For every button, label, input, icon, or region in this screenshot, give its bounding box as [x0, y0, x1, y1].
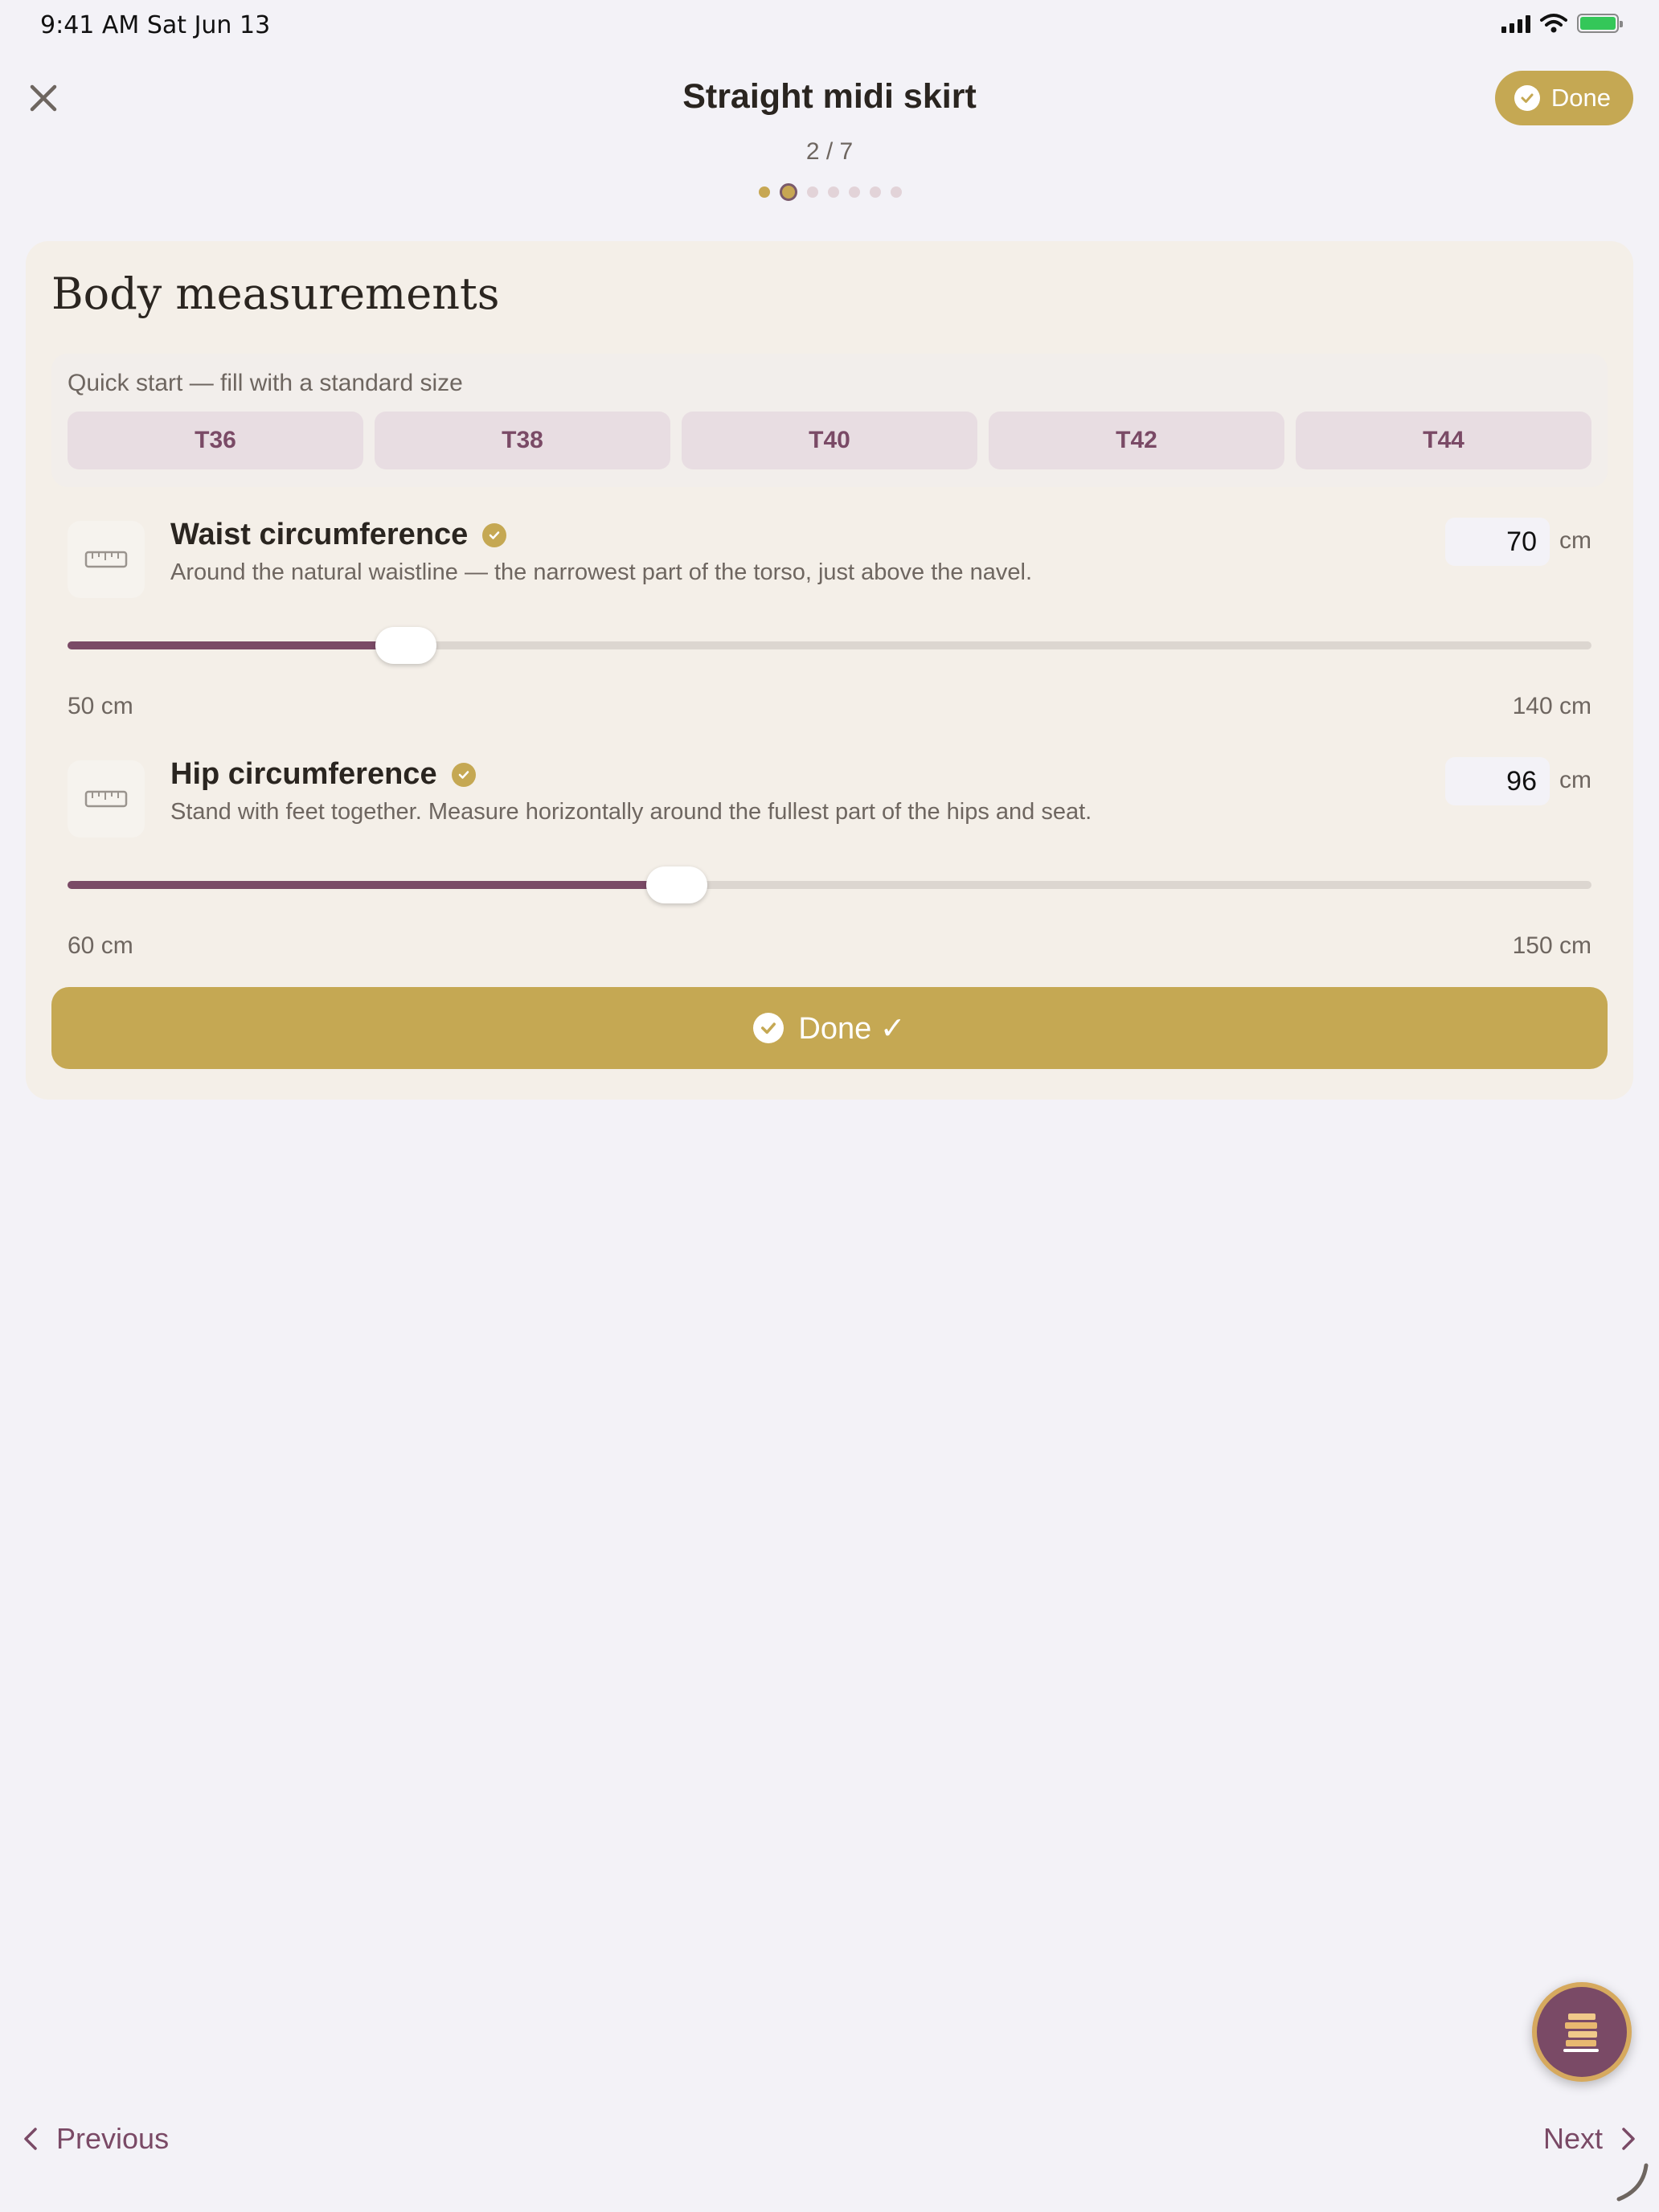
wifi-icon — [1540, 14, 1567, 33]
hip-value-input[interactable] — [1445, 757, 1550, 805]
hip-slider-fill — [68, 881, 678, 889]
step-counter: 2 / 7 — [805, 138, 854, 165]
step-indicator — [759, 183, 902, 201]
verified-check-icon — [451, 762, 476, 787]
status-bar: 9:41 AM Sat Jun 13 — [0, 0, 1659, 51]
page-title: Straight midi skirt — [682, 77, 977, 116]
status-time: 9:41 AM Sat Jun 13 — [40, 11, 271, 39]
previous-button[interactable]: Previous — [23, 2122, 169, 2156]
quick-start-label: Quick start — fill with a standard size — [68, 370, 463, 396]
quick-start-panel: Quick start — fill with a standard size … — [51, 354, 1608, 487]
hip-title: Hip circumference — [170, 757, 476, 792]
step-dot-2 — [780, 183, 797, 201]
check-icon — [1514, 85, 1540, 111]
previous-label: Previous — [56, 2122, 170, 2155]
chevron-right-icon — [1622, 2128, 1635, 2150]
resize-corner-icon — [1616, 2163, 1649, 2202]
size-button-t36[interactable]: T36 — [68, 412, 363, 469]
step-dot-7 — [891, 186, 902, 198]
waist-range-min: 50 cm — [68, 693, 133, 719]
waist-slider-thumb[interactable] — [375, 627, 437, 664]
waist-value-input[interactable] — [1445, 518, 1550, 566]
done-button-label: Done ✓ — [798, 1011, 906, 1046]
waist-title: Waist circumference — [170, 518, 507, 552]
battery-icon — [1577, 14, 1623, 33]
hip-slider-thumb[interactable] — [646, 866, 708, 903]
size-button-t42[interactable]: T42 — [989, 412, 1284, 469]
step-dot-5 — [849, 186, 860, 198]
hip-slider[interactable] — [68, 866, 1591, 903]
status-icons — [1501, 13, 1623, 34]
ruler-icon — [68, 521, 145, 598]
waist-slider[interactable] — [68, 627, 1591, 664]
chevron-left-icon — [24, 2128, 37, 2150]
waist-title-text: Waist circumference — [170, 518, 469, 551]
waist-unit: cm — [1559, 527, 1591, 554]
hip-measurement: Hip circumference Stand with feet togeth… — [51, 752, 1608, 969]
step-dot-4 — [828, 186, 839, 198]
hip-range-min: 60 cm — [68, 932, 133, 959]
verified-check-icon — [482, 522, 507, 547]
hip-title-text: Hip circumference — [170, 757, 437, 791]
size-button-row: T36 T38 T40 T42 T44 — [68, 412, 1591, 469]
measurements-card: Body measurements Quick start — fill wit… — [26, 241, 1633, 1100]
ruler-icon — [68, 760, 145, 838]
hip-unit: cm — [1559, 767, 1591, 793]
cellular-signal-icon — [1501, 14, 1530, 33]
waist-measurement: Waist circumference Around the natural w… — [51, 513, 1608, 730]
step-dot-3 — [807, 186, 818, 198]
header-done-label: Done — [1550, 84, 1611, 112]
step-dot-1 — [759, 186, 770, 198]
waist-slider-fill — [68, 641, 407, 649]
waist-description: Around the natural waistline — the narro… — [170, 559, 1032, 585]
next-button[interactable]: Next — [1543, 2122, 1636, 2156]
done-button[interactable]: Done ✓ — [51, 987, 1608, 1069]
waist-range-max: 140 cm — [1512, 693, 1591, 719]
size-button-t40[interactable]: T40 — [682, 412, 977, 469]
next-label: Next — [1542, 2122, 1603, 2155]
floating-book-button[interactable] — [1532, 1982, 1632, 2082]
hip-description: Stand with feet together. Measure horizo… — [170, 799, 1092, 825]
step-dot-6 — [870, 186, 881, 198]
hip-range-max: 150 cm — [1512, 932, 1591, 959]
card-title: Body measurements — [51, 268, 500, 319]
book-stack-icon — [1537, 1987, 1627, 2077]
check-icon — [753, 1013, 784, 1043]
size-button-t44[interactable]: T44 — [1296, 412, 1591, 469]
size-button-t38[interactable]: T38 — [375, 412, 670, 469]
header-done-button[interactable]: Done — [1494, 71, 1633, 125]
